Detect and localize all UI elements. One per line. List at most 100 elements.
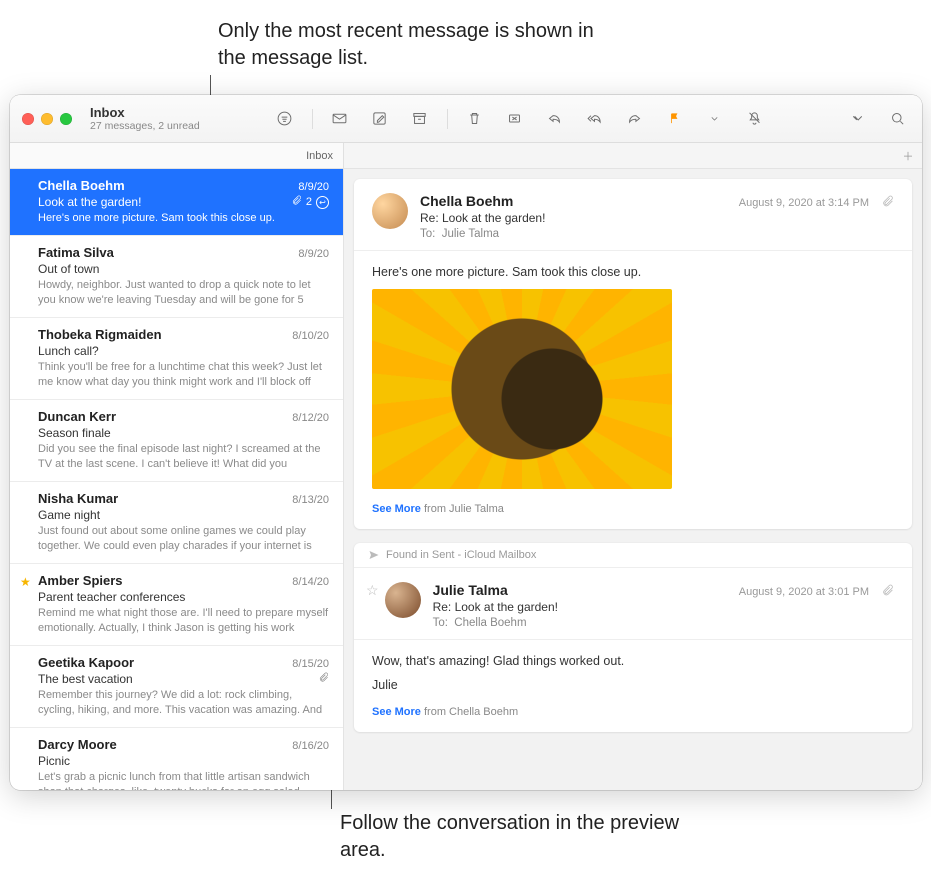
minimize-window-button[interactable] xyxy=(41,113,53,125)
message-date: 8/16/20 xyxy=(292,740,329,752)
see-more-from: from Julie Talma xyxy=(424,503,504,515)
more-button[interactable] xyxy=(840,105,874,133)
message-date: 8/14/20 xyxy=(292,576,329,588)
window-controls xyxy=(22,113,72,125)
attachment-icon xyxy=(318,672,329,686)
message-list-item[interactable]: ★ Amber Spiers 8/14/20 Parent teacher confe… xyxy=(10,564,343,646)
message-list-item[interactable]: Geetika Kapoor8/15/20The best vacationRe… xyxy=(10,646,343,728)
archive-button[interactable] xyxy=(403,105,437,133)
delete-button[interactable] xyxy=(458,105,492,133)
filter-button[interactable] xyxy=(268,105,302,133)
message-from: Geetika Kapoor xyxy=(38,655,134,670)
message-list-item[interactable]: Duncan Kerr8/12/20Season finaleDid you s… xyxy=(10,400,343,482)
flag-menu-button[interactable] xyxy=(698,105,732,133)
message-list-item[interactable]: Fatima Silva8/9/20Out of townHowdy, neig… xyxy=(10,236,343,318)
see-more-link[interactable]: See More xyxy=(372,503,421,515)
message-subject: Picnic xyxy=(38,754,70,768)
forward-button[interactable] xyxy=(618,105,652,133)
see-more-link[interactable]: See More xyxy=(372,706,421,718)
attachment-icon xyxy=(881,584,894,600)
thread-message: Chella BoehmAugust 9, 2020 at 3:14 PMRe:… xyxy=(354,179,912,529)
message-subject: Lunch call? xyxy=(38,344,99,358)
thread-message: Found in Sent - iCloud Mailbox ☆ Julie Tal… xyxy=(354,543,912,732)
tab-inbox[interactable]: Inbox xyxy=(10,143,344,168)
thread-body-text: Wow, that's amazing! Glad things worked … xyxy=(372,654,894,668)
message-list-item[interactable]: Nisha Kumar 8/13/20 Game night Just found o… xyxy=(10,482,343,564)
callout-top: Only the most recent message is shown in… xyxy=(218,18,598,72)
message-subject: Game night xyxy=(38,508,100,522)
preview-pane[interactable]: Chella BoehmAugust 9, 2020 at 3:14 PMRe:… xyxy=(344,169,922,790)
new-tab-button[interactable]: ＋ xyxy=(894,143,922,168)
avatar xyxy=(372,193,408,229)
reply-badge-icon: ↩ xyxy=(316,196,329,209)
thread-body: Here's one more picture. Sam took this c… xyxy=(354,251,912,529)
message-from: Nisha Kumar xyxy=(38,491,118,506)
message-date: 8/10/20 xyxy=(292,330,329,342)
attachment-icon xyxy=(881,195,894,211)
close-window-button[interactable] xyxy=(22,113,34,125)
message-from: Thobeka Rigmaiden xyxy=(38,327,162,342)
message-preview: Let's grab a picnic lunch from that litt… xyxy=(38,770,329,790)
thread-to: To: Julie Talma xyxy=(420,228,869,240)
flag-icon: ★ xyxy=(20,575,31,589)
message-subject: The best vacation xyxy=(38,672,133,686)
message-preview: Howdy, neighbor. Just wanted to drop a q… xyxy=(38,278,329,308)
toolbar: Inbox 27 messages, 2 unread xyxy=(10,95,922,143)
reply-button[interactable] xyxy=(538,105,572,133)
thread-date: August 9, 2020 at 3:14 PM xyxy=(739,197,869,209)
thread-from: Julie Talma xyxy=(433,582,508,598)
message-from: Amber Spiers xyxy=(38,573,123,588)
compose-button[interactable] xyxy=(363,105,397,133)
message-date: 8/9/20 xyxy=(298,248,329,260)
message-preview: Here's one more picture. Sam took this c… xyxy=(38,211,329,226)
attachment-icon xyxy=(291,195,302,209)
message-list-item[interactable]: Chella Boehm8/9/20Look at the garden! 2 … xyxy=(10,169,343,236)
thread-count: 2 xyxy=(306,196,312,208)
junk-button[interactable] xyxy=(498,105,532,133)
message-date: 8/13/20 xyxy=(292,494,329,506)
thread-subject: Re: Look at the garden! xyxy=(420,211,869,225)
flag-button[interactable] xyxy=(658,105,692,133)
message-preview: Remember this journey? We did a lot: roc… xyxy=(38,688,329,718)
see-more[interactable]: See More from Chella Boehm xyxy=(372,706,894,718)
mail-window: Inbox 27 messages, 2 unread xyxy=(10,95,922,790)
message-preview: Just found out about some online games w… xyxy=(38,524,329,554)
search-button[interactable] xyxy=(880,105,914,133)
message-from: Darcy Moore xyxy=(38,737,117,752)
message-list-item[interactable]: Darcy Moore 8/16/20 Picnic Let's grab a pic… xyxy=(10,728,343,790)
get-mail-button[interactable] xyxy=(323,105,357,133)
avatar xyxy=(385,582,421,618)
message-indicators: 2 ↩ xyxy=(291,195,329,209)
thread-date: August 9, 2020 at 3:01 PM xyxy=(739,586,869,598)
message-list[interactable]: Chella Boehm8/9/20Look at the garden! 2 … xyxy=(10,169,344,790)
thread-header: Chella BoehmAugust 9, 2020 at 3:14 PMRe:… xyxy=(354,179,912,251)
mailbox-subtitle: 27 messages, 2 unread xyxy=(90,120,200,132)
star-outline-icon[interactable]: ☆ xyxy=(366,582,379,629)
reply-all-button[interactable] xyxy=(578,105,612,133)
mailbox-title-block: Inbox 27 messages, 2 unread xyxy=(90,105,200,132)
see-more[interactable]: See More from Julie Talma xyxy=(372,503,894,515)
callout-bottom: Follow the conversation in the preview a… xyxy=(340,810,690,864)
attached-image[interactable] xyxy=(372,289,672,489)
mailbox-title: Inbox xyxy=(90,105,200,120)
message-subject: Parent teacher conferences xyxy=(38,590,185,604)
thread-body-text: Here's one more picture. Sam took this c… xyxy=(372,265,894,279)
message-list-item[interactable]: Thobeka Rigmaiden 8/10/20 Lunch call? Think… xyxy=(10,318,343,400)
thread-subject: Re: Look at the garden! xyxy=(433,600,869,614)
thread-body: Wow, that's amazing! Glad things worked … xyxy=(354,640,912,732)
found-in-bar: Found in Sent - iCloud Mailbox xyxy=(354,543,912,568)
signature: Julie xyxy=(372,678,894,692)
message-preview: Think you'll be free for a lunchtime cha… xyxy=(38,360,329,390)
message-preview: Remind me what night those are. I'll nee… xyxy=(38,606,329,636)
thread-header: ☆ Julie Talma August 9, 2020 at 3:01 PM Re:… xyxy=(354,568,912,640)
message-indicators xyxy=(318,672,329,686)
zoom-window-button[interactable] xyxy=(60,113,72,125)
mute-button[interactable] xyxy=(738,105,772,133)
message-subject: Look at the garden! xyxy=(38,195,141,209)
tab-bar: Inbox ＋ xyxy=(10,143,922,169)
message-from: Duncan Kerr xyxy=(38,409,116,424)
message-from: Fatima Silva xyxy=(38,245,114,260)
main-body: Chella Boehm8/9/20Look at the garden! 2 … xyxy=(10,169,922,790)
tab-label: Inbox xyxy=(306,150,333,162)
found-in-label: Found in Sent - iCloud Mailbox xyxy=(386,549,536,561)
